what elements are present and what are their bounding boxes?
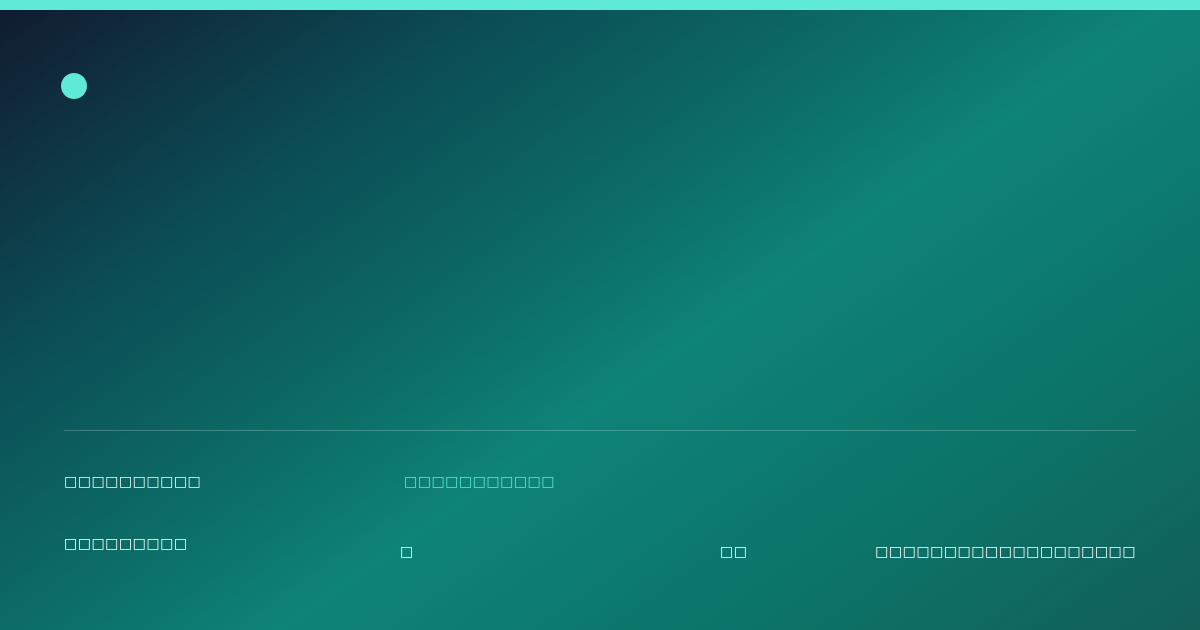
brand-dot-icon (61, 73, 87, 99)
footer-middle-text-1: □ (400, 544, 414, 560)
footer-left-text: □□□□□□□□□ (64, 536, 188, 552)
tagline: □□□□□□□□□□□ (404, 474, 556, 490)
top-accent-bar (0, 0, 1200, 10)
footer-middle-text-2: □□ (720, 544, 748, 560)
footer-right-text: □□□□□□□□□□□□□□□□□□□ (875, 544, 1136, 560)
footer-divider (64, 430, 1136, 431)
site-name: □□□□□□□□□□ (64, 474, 202, 490)
